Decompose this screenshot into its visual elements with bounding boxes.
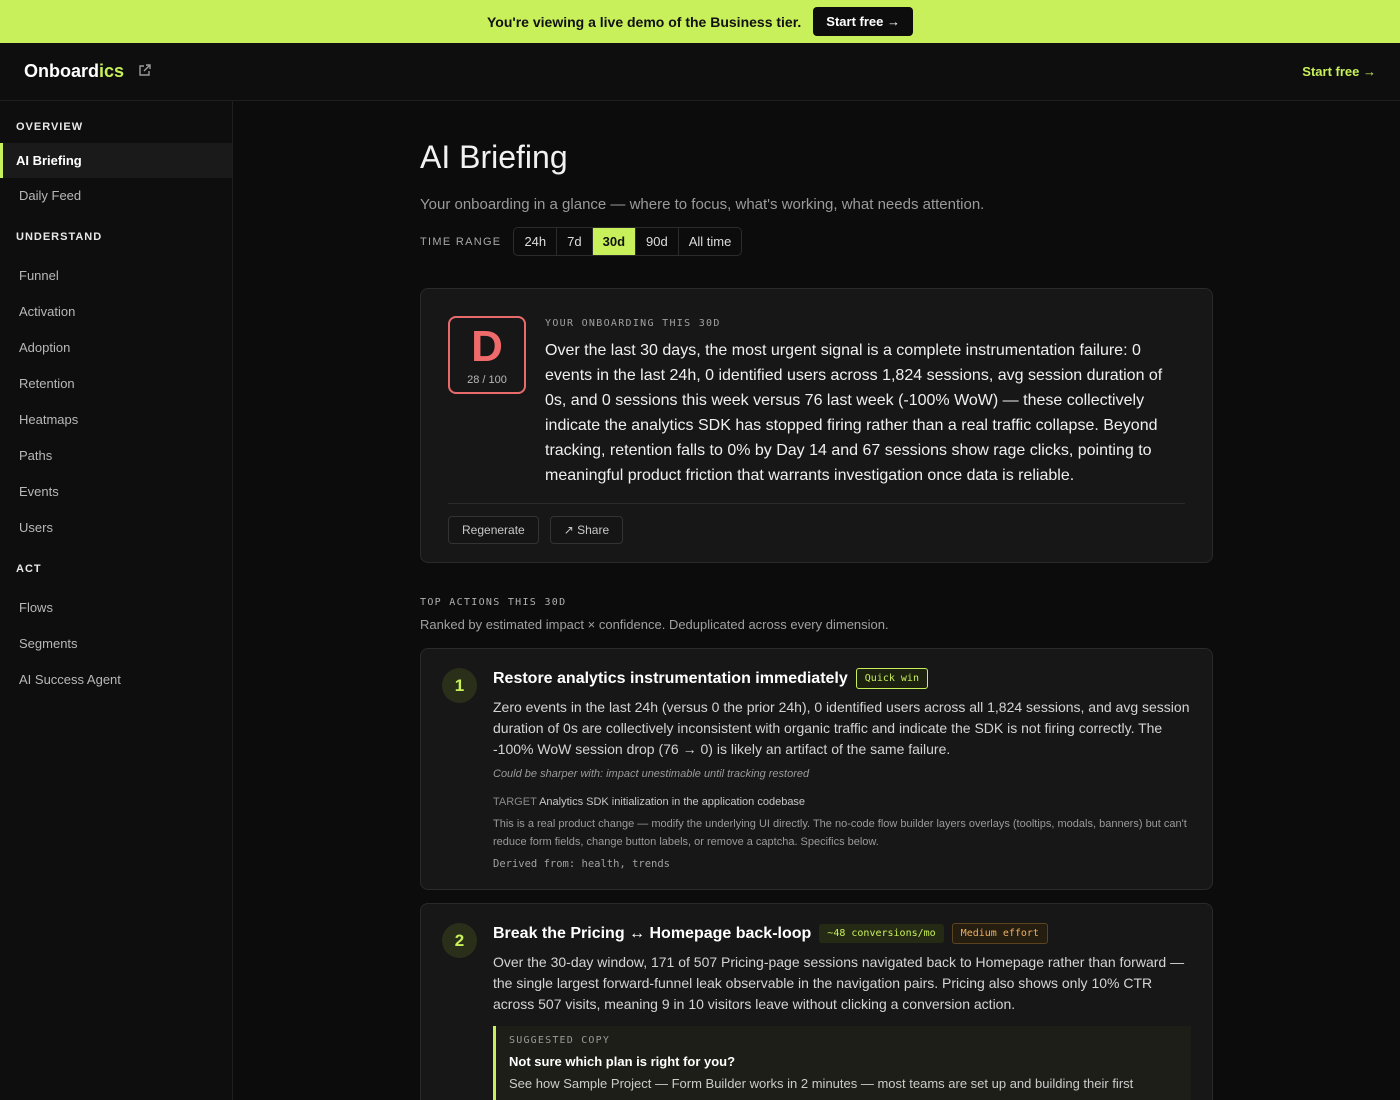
top-actions-label: TOP ACTIONS THIS 30D [420, 597, 567, 608]
banner-text: You're viewing a live demo of the Busine… [487, 13, 802, 30]
sidebar-item-paths[interactable]: Paths [0, 437, 232, 473]
action-derived-from: Derived from: health, trends [493, 858, 671, 870]
logo-accent: ics [99, 61, 125, 81]
sidebar-item-ai-briefing[interactable]: AI Briefing [0, 143, 232, 178]
sidebar-item-flows[interactable]: Flows [0, 589, 232, 625]
logo[interactable]: Onboardics [24, 61, 152, 82]
page-title: AI Briefing [420, 139, 568, 175]
grade-letter: D [471, 322, 503, 371]
sidebar-item-daily-feed[interactable]: Daily Feed [0, 178, 232, 213]
quick-win-tag: Quick win [855, 668, 928, 689]
suggested-copy-headline: Not sure which plan is right for you? [509, 1054, 736, 1069]
sidebar-item-events[interactable]: Events [0, 473, 232, 509]
action-card: 2 Break the Pricing ↔ Homepage back-loop… [420, 903, 1213, 1100]
conversions-tag: ~48 conversions/mo [819, 924, 944, 943]
action-target: TARGET Analytics SDK initialization in t… [493, 796, 806, 808]
time-range-row: TIME RANGE 24h 7d 30d 90d All time [420, 227, 1400, 256]
top-bar: Onboardics Start free → [0, 43, 1400, 101]
onboarding-score-card: D 28 / 100 YOUR ONBOARDING THIS 30D Over… [420, 288, 1213, 563]
external-link-icon[interactable] [138, 61, 152, 82]
range-all-time-button[interactable]: All time [679, 228, 742, 255]
action-description: Over the 30-day window, 171 of 507 Prici… [493, 954, 1185, 1012]
action-title: Restore analytics instrumentation immedi… [493, 669, 848, 687]
action-hint: Could be sharper with: impact unestimabl… [493, 768, 810, 780]
divider [448, 503, 1185, 504]
range-24h-button[interactable]: 24h [514, 228, 558, 255]
range-30d-button[interactable]: 30d [592, 228, 637, 255]
time-range-label: TIME RANGE [420, 235, 502, 248]
sidebar-item-segments[interactable]: Segments [0, 625, 232, 661]
action-number-badge: 2 [442, 923, 477, 958]
sidebar-item-activation[interactable]: Activation [0, 293, 232, 329]
regenerate-button[interactable]: Regenerate [448, 516, 539, 544]
action-title: Break the Pricing ↔ Homepage back-loop [493, 924, 812, 942]
sidebar-item-adoption[interactable]: Adoption [0, 329, 232, 365]
banner-start-free-button[interactable]: Start free → [813, 7, 913, 36]
logo-main: Onboard [24, 61, 99, 81]
suggested-copy-label: SUGGESTED COPY [509, 1035, 611, 1046]
suggested-copy-box: SUGGESTED COPY Not sure which plan is ri… [493, 1026, 1191, 1100]
demo-banner: You're viewing a live demo of the Busine… [0, 0, 1400, 43]
sidebar-section-overview: OVERVIEW [16, 121, 84, 133]
briefing-label: YOUR ONBOARDING THIS 30D [545, 318, 721, 329]
main-content: AI Briefing Your onboarding in a glance … [233, 101, 1400, 1100]
sidebar-item-funnel[interactable]: Funnel [0, 257, 232, 293]
action-number-badge: 1 [442, 668, 477, 703]
grade-badge: D 28 / 100 [448, 316, 526, 394]
grade-score: 28 / 100 [467, 374, 507, 386]
top-actions-subtitle: Ranked by estimated impact × confidence.… [420, 617, 889, 632]
range-90d-button[interactable]: 90d [636, 228, 679, 255]
action-note: This is a real product change — modify t… [493, 818, 1187, 848]
sidebar-section-act: ACT [16, 563, 42, 575]
suggested-copy-body: See how Sample Project — Form Builder wo… [509, 1076, 1134, 1091]
sidebar-item-ai-success-agent[interactable]: AI Success Agent [0, 661, 232, 697]
briefing-text: Over the last 30 days, the most urgent s… [545, 342, 1163, 484]
share-button[interactable]: ↗ Share [549, 516, 624, 544]
effort-tag: Medium effort [951, 923, 1048, 944]
time-range-selector: 24h 7d 30d 90d All time [513, 227, 743, 256]
action-description: Zero events in the last 24h (versus 0 th… [493, 699, 1190, 757]
sidebar-item-users[interactable]: Users [0, 509, 232, 545]
sidebar-section-understand: UNDERSTAND [16, 231, 103, 243]
page-subtitle: Your onboarding in a glance — where to f… [420, 196, 985, 213]
start-free-link[interactable]: Start free → [1302, 64, 1376, 79]
sidebar-item-heatmaps[interactable]: Heatmaps [0, 401, 232, 437]
sidebar-item-retention[interactable]: Retention [0, 365, 232, 401]
sidebar: OVERVIEW AI Briefing Daily Feed UNDERSTA… [0, 101, 233, 1100]
range-7d-button[interactable]: 7d [557, 228, 593, 255]
action-card: 1 Restore analytics instrumentation imme… [420, 648, 1213, 890]
